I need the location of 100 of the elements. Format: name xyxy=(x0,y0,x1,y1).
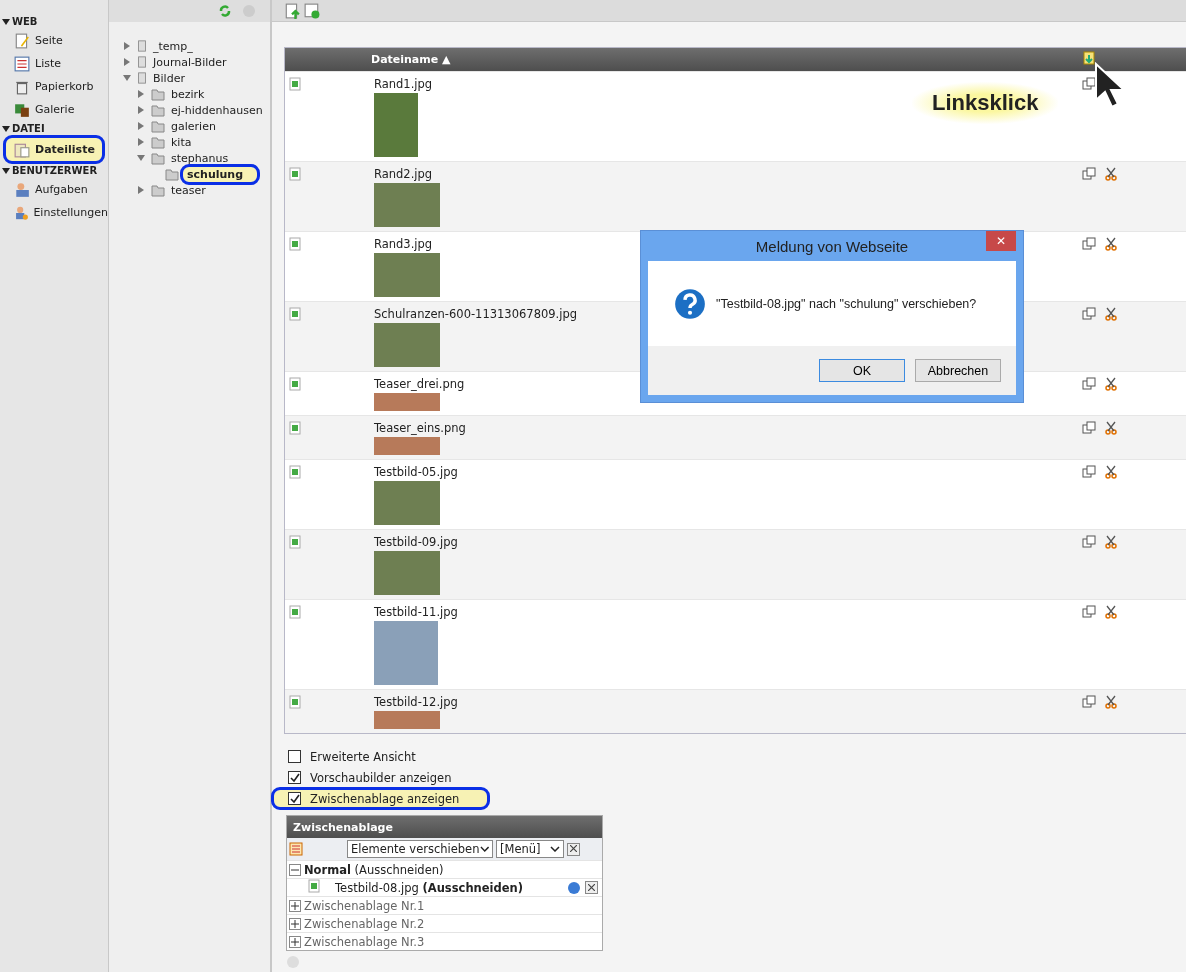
scissors-icon xyxy=(1104,167,1118,181)
question-icon xyxy=(674,287,706,320)
tree-node[interactable]: Journal-Bilder xyxy=(151,55,229,69)
expand-arrow-icon[interactable] xyxy=(137,186,145,194)
check-mark-icon xyxy=(289,793,300,804)
module-label: Seite xyxy=(35,34,63,47)
tree-node[interactable]: galerien xyxy=(169,119,218,133)
module-collapse-icon[interactable] xyxy=(2,166,10,175)
option-label: Zwischenablage anzeigen xyxy=(310,791,460,806)
module-label: Papierkorb xyxy=(35,80,94,93)
copy-icon xyxy=(1082,237,1096,251)
thumbnail-placeholder xyxy=(374,551,440,595)
image-file-icon xyxy=(288,167,302,181)
file-name[interactable]: Testbild-09.jpg xyxy=(374,535,1082,549)
collapse-arrow-icon[interactable] xyxy=(137,154,145,162)
action-select[interactable]: Elemente verschieben xyxy=(347,840,493,858)
folder-icon xyxy=(150,151,166,165)
drive-icon xyxy=(136,39,148,53)
checkbox-option[interactable]: Zwischenablage anzeigen xyxy=(274,790,488,807)
scissors-icon xyxy=(1104,421,1118,435)
image-file-icon xyxy=(288,237,302,251)
checkbox[interactable] xyxy=(288,750,301,763)
file-name[interactable]: Testbild-11.jpg xyxy=(374,605,1082,619)
expand-arrow-icon[interactable] xyxy=(137,122,145,130)
expand-arrow-icon[interactable] xyxy=(137,106,145,114)
remove-button[interactable] xyxy=(585,881,598,894)
module-menu-item[interactable]: Papierkorb xyxy=(0,75,108,98)
thumbnail-placeholder xyxy=(374,437,440,455)
tree-node[interactable]: schulung xyxy=(183,166,258,182)
close-button[interactable] xyxy=(567,842,580,856)
module-label: Liste xyxy=(35,57,61,70)
module-group-title[interactable]: DATEI xyxy=(12,123,45,134)
tree-node[interactable]: Bilder xyxy=(151,71,187,85)
dialog-button[interactable]: Abbrechen xyxy=(915,359,1001,382)
copy-icon xyxy=(1082,421,1096,435)
expand-arrow-icon[interactable] xyxy=(123,42,131,50)
clipboard-group[interactable]: Zwischenablage Nr.2 xyxy=(304,916,425,931)
dialog-button[interactable]: OK xyxy=(819,359,905,382)
module-label: Aufgaben xyxy=(35,183,88,196)
module-group-title[interactable]: BENUTZERWER xyxy=(12,165,98,176)
new-file-icon xyxy=(304,2,320,19)
expand-arrow-icon[interactable] xyxy=(137,138,145,146)
copy-icon xyxy=(1082,465,1096,479)
image-file-icon xyxy=(288,465,302,479)
checkbox[interactable] xyxy=(288,771,301,784)
module-menu-item[interactable]: Galerie xyxy=(0,98,108,121)
file-name[interactable]: Rand2.jpg xyxy=(374,167,1082,181)
checkbox[interactable] xyxy=(288,792,301,805)
module-menu-item[interactable]: Seite xyxy=(0,29,108,52)
collapse-arrow-icon[interactable] xyxy=(123,74,131,82)
expand-icon[interactable] xyxy=(289,935,301,948)
checkbox-option[interactable]: Erweiterte Ansicht xyxy=(286,748,418,765)
file-name[interactable]: Testbild-12.jpg xyxy=(374,695,1082,709)
module-group-title[interactable]: WEB xyxy=(12,16,38,27)
collapse-icon[interactable] xyxy=(289,863,301,876)
tree-node[interactable]: kita xyxy=(169,135,194,149)
module-collapse-icon[interactable] xyxy=(2,124,10,133)
module-menu-item[interactable]: Liste xyxy=(0,52,108,75)
folder-icon xyxy=(164,167,180,181)
close-button[interactable]: ✕ xyxy=(986,231,1016,251)
copy-icon xyxy=(1082,535,1096,549)
thumbnail-placeholder xyxy=(374,393,440,411)
tree-node[interactable]: stephanus xyxy=(169,151,231,165)
thumbnail-placeholder xyxy=(374,323,440,367)
expand-icon[interactable] xyxy=(289,917,301,930)
image-file-icon xyxy=(307,879,321,893)
clipboard-group[interactable]: Normal (Ausschneiden) xyxy=(304,862,444,877)
folder-icon xyxy=(150,87,166,101)
chevron-down-icon xyxy=(479,846,489,852)
dialog-message: "Testbild-08.jpg" nach "schulung" verschieben? xyxy=(716,296,977,311)
menu-select[interactable]: [Menü] xyxy=(496,840,564,858)
file-name[interactable]: Testbild-05.jpg xyxy=(374,465,1082,479)
expand-arrow-icon[interactable] xyxy=(123,58,131,66)
upload-file-icon xyxy=(284,2,300,19)
image-file-icon xyxy=(288,695,302,709)
module-collapse-icon[interactable] xyxy=(2,17,10,26)
expand-icon[interactable] xyxy=(289,899,301,912)
thumbnail-placeholder xyxy=(374,183,440,227)
clipboard-item: Testbild-08.jpg (Ausschneiden) xyxy=(334,880,524,895)
clipboard-group[interactable]: Zwischenablage Nr.3 xyxy=(304,934,425,949)
module-menu-item[interactable]: Einstellungen xyxy=(0,201,108,224)
file-name[interactable]: Teaser_eins.png xyxy=(374,421,1082,435)
expand-arrow-icon[interactable] xyxy=(137,90,145,98)
user-settings-icon xyxy=(14,204,29,221)
copy-icon xyxy=(1082,167,1096,181)
close-icon xyxy=(588,883,595,891)
info-icon xyxy=(567,880,581,895)
folder-icon xyxy=(150,103,166,117)
checkbox-option[interactable]: Vorschaubilder anzeigen xyxy=(286,769,454,786)
tree-node[interactable]: bezirk xyxy=(169,87,207,101)
tree-node[interactable]: _temp_ xyxy=(151,39,195,53)
copy-icon xyxy=(1082,307,1096,321)
folder-icon xyxy=(150,119,166,133)
tree-node[interactable]: teaser xyxy=(169,183,208,197)
clipboard-group[interactable]: Zwischenablage Nr.1 xyxy=(304,898,425,913)
refresh-icon xyxy=(218,4,232,18)
module-label: Einstellungen xyxy=(33,206,108,219)
tree-node[interactable]: ej-hiddenhausen xyxy=(169,103,265,117)
module-menu-item[interactable]: Aufgaben xyxy=(0,178,108,201)
module-menu-item[interactable]: Dateiliste xyxy=(6,138,102,161)
